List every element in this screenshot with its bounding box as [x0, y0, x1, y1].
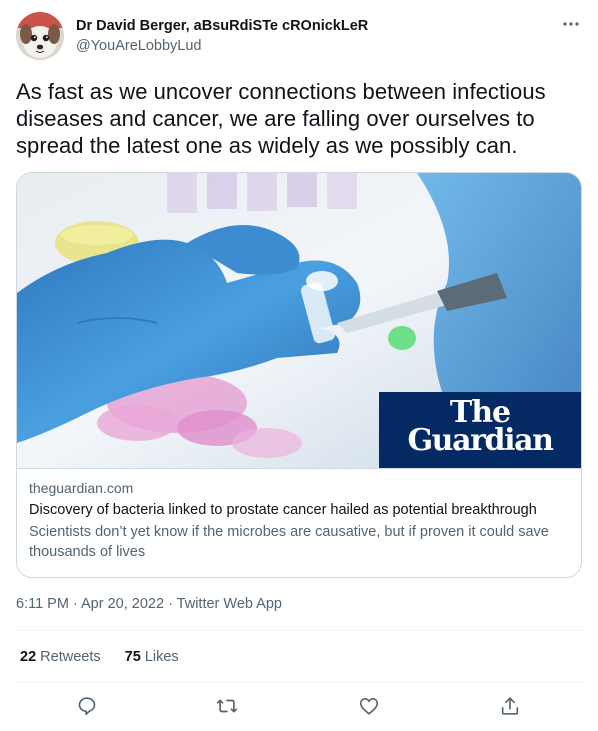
link-card[interactable]: The Guardian theguardian.com Discovery o… [16, 172, 582, 578]
dog-avatar-image [16, 12, 64, 60]
tweet: Dr David Berger, aBsuRdiSTe cROnickLeR @… [0, 0, 598, 731]
guardian-logo: The Guardian [379, 392, 581, 468]
guardian-logo-name: Guardian [407, 423, 554, 458]
card-title[interactable]: Discovery of bacteria linked to prostate… [29, 500, 569, 520]
divider [16, 682, 582, 683]
tweet-stats: 22 Retweets 75 Likes [20, 647, 199, 667]
tweet-timestamp[interactable]: 6:11 PM · Apr 20, 2022 · Twitter Web App [16, 594, 282, 614]
tweet-text: As fast as we uncover connections betwee… [16, 79, 546, 158]
more-options-icon[interactable] [560, 14, 582, 34]
likes-count: 75 [124, 649, 141, 665]
tweet-actions [16, 690, 582, 724]
share-icon[interactable] [499, 695, 523, 719]
retweet-icon[interactable] [216, 695, 240, 719]
retweets-stat[interactable]: 22 Retweets [20, 647, 101, 667]
card-image[interactable]: The Guardian [17, 173, 581, 469]
divider [16, 630, 582, 631]
heart-icon[interactable] [358, 695, 382, 719]
likes-stat[interactable]: 75 Likes [125, 647, 179, 667]
author-handle[interactable]: @YouAreLobbyLud [76, 37, 201, 55]
reply-icon[interactable] [76, 695, 100, 719]
card-description: Scientists don’t yet know if the microbe… [29, 524, 549, 560]
retweets-count: 22 [20, 649, 37, 665]
card-body: theguardian.com Discovery of bacteria li… [29, 479, 569, 562]
retweets-label: Retweets [40, 649, 101, 665]
tweet-header: Dr David Berger, aBsuRdiSTe cROnickLeR @… [16, 12, 582, 60]
likes-label: Likes [144, 649, 179, 665]
author-avatar[interactable] [16, 12, 64, 60]
card-domain: theguardian.com [29, 480, 134, 496]
author-display-name[interactable]: Dr David Berger, aBsuRdiSTe cROnickLeR [76, 17, 368, 35]
